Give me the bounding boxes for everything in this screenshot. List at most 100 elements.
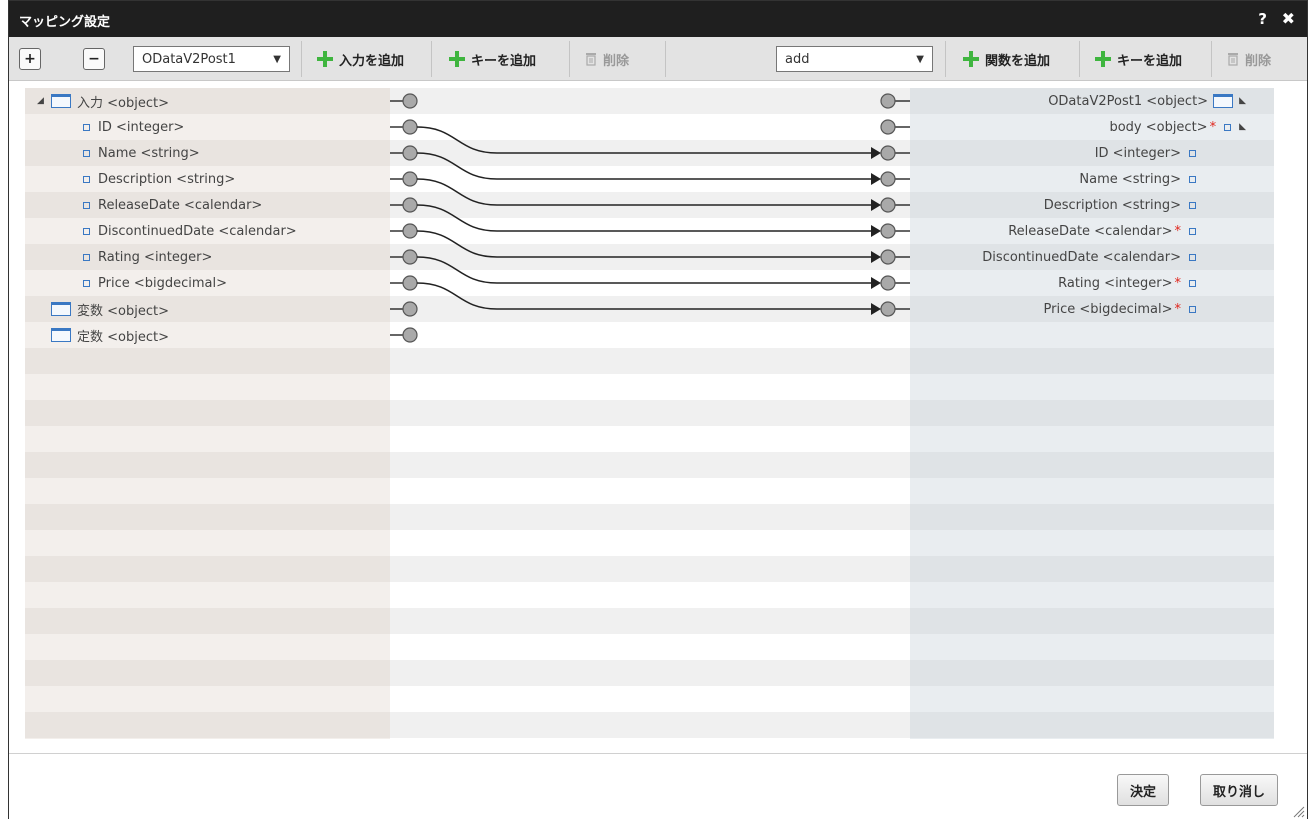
toolbar-divider — [569, 41, 570, 77]
toolbar-divider — [1211, 41, 1212, 77]
add-icon — [449, 51, 465, 67]
cancel-label: 取り消し — [1213, 784, 1266, 800]
source-tree-label: 定数 <object> — [77, 329, 169, 345]
source-tree-row[interactable]: Description <string> — [25, 166, 390, 192]
source-port[interactable] — [402, 197, 418, 213]
source-tree-row[interactable]: Rating <integer> — [25, 244, 390, 270]
field-icon — [1189, 253, 1196, 261]
add-key-left-button[interactable]: キーを追加 — [441, 46, 544, 72]
field-icon — [83, 201, 90, 209]
source-tree-row[interactable]: 変数 <object> — [25, 296, 390, 322]
target-tree-row[interactable]: ReleaseDate <calendar> * — [910, 218, 1274, 244]
target-tree-label: ODataV2Post1 <object> — [1048, 93, 1209, 109]
field-icon — [83, 253, 90, 261]
source-tree-label: DiscontinuedDate <calendar> — [98, 223, 297, 239]
source-tree-label: 入力 <object> — [77, 95, 169, 111]
mapping-line[interactable] — [416, 204, 871, 232]
connector-layer[interactable] — [390, 88, 910, 739]
mapping-line[interactable] — [416, 230, 871, 258]
expand-triangle-icon[interactable]: ◣ — [1239, 122, 1246, 132]
target-port[interactable] — [880, 223, 896, 239]
target-port[interactable] — [880, 119, 896, 135]
add-input-label: 入力を追加 — [339, 53, 405, 69]
source-port[interactable] — [402, 275, 418, 291]
source-tree-row[interactable]: ◢ 入力 <object> — [25, 88, 390, 114]
source-tree-row[interactable]: ID <integer> — [25, 114, 390, 140]
target-tree-label: ID <integer> — [1094, 145, 1181, 161]
cancel-button[interactable]: 取り消し — [1200, 774, 1279, 806]
source-tree-label: 変数 <object> — [77, 303, 169, 319]
source-port[interactable] — [402, 223, 418, 239]
delete-left-button[interactable]: 削除 — [577, 46, 637, 72]
add-input-button[interactable]: 入力を追加 — [309, 46, 412, 72]
target-tree-row[interactable]: ID <integer> — [910, 140, 1274, 166]
expand-triangle-icon[interactable]: ◣ — [1239, 96, 1246, 106]
close-icon[interactable]: ✖ — [1282, 9, 1295, 28]
mapping-line[interactable] — [416, 126, 871, 154]
mapping-arrowhead — [871, 199, 881, 211]
target-tree-label: DiscontinuedDate <calendar> — [982, 249, 1181, 265]
title-bar[interactable]: マッピング設定 ? ✖ — [9, 1, 1307, 37]
mapping-line[interactable] — [416, 256, 871, 284]
plus-icon: + — [24, 51, 36, 67]
delete-right-button[interactable]: 削除 — [1219, 46, 1279, 72]
source-tree-row[interactable]: DiscontinuedDate <calendar> — [25, 218, 390, 244]
source-port[interactable] — [402, 327, 418, 343]
target-port[interactable] — [880, 249, 896, 265]
target-port[interactable] — [880, 275, 896, 291]
add-key-right-label: キーを追加 — [1117, 53, 1183, 69]
source-port[interactable] — [402, 93, 418, 109]
field-icon — [1189, 201, 1196, 209]
expand-triangle-icon[interactable]: ◢ — [37, 96, 47, 106]
add-key-left-label: キーを追加 — [471, 53, 537, 69]
target-tree-row[interactable]: body <object> * ◣ — [910, 114, 1274, 140]
source-port[interactable] — [402, 171, 418, 187]
add-function-button[interactable]: 関数を追加 — [955, 46, 1058, 72]
field-icon — [83, 227, 90, 235]
target-port[interactable] — [880, 171, 896, 187]
source-port[interactable] — [402, 145, 418, 161]
mapping-arrowhead — [871, 277, 881, 289]
add-key-right-button[interactable]: キーを追加 — [1087, 46, 1190, 72]
source-tree-row[interactable]: Name <string> — [25, 140, 390, 166]
target-tree-label: Rating <integer> — [1058, 275, 1173, 291]
source-tree-row[interactable]: Price <bigdecimal> — [25, 270, 390, 296]
collapse-all-button[interactable]: − — [83, 48, 105, 70]
source-select[interactable]: ODataV2Post1 ▼ — [133, 46, 290, 72]
source-port[interactable] — [402, 249, 418, 265]
object-icon — [1213, 94, 1234, 108]
resize-grip-icon[interactable] — [1293, 806, 1305, 818]
add-icon — [963, 51, 979, 67]
target-tree-row[interactable]: Rating <integer> * — [910, 270, 1274, 296]
function-select[interactable]: add ▼ — [776, 46, 933, 72]
source-tree-row[interactable]: 定数 <object> — [25, 322, 390, 348]
target-tree-row[interactable]: DiscontinuedDate <calendar> — [910, 244, 1274, 270]
target-port[interactable] — [880, 145, 896, 161]
required-marker: * — [1209, 119, 1217, 135]
target-tree-row[interactable]: Description <string> — [910, 192, 1274, 218]
expand-all-button[interactable]: + — [19, 48, 41, 70]
target-tree-row[interactable]: Name <string> — [910, 166, 1274, 192]
target-tree-row[interactable]: Price <bigdecimal> * — [910, 296, 1274, 322]
object-icon — [51, 302, 71, 316]
target-port[interactable] — [880, 197, 896, 213]
source-tree-row[interactable]: ReleaseDate <calendar> — [25, 192, 390, 218]
field-icon — [1189, 227, 1196, 235]
target-tree-row[interactable]: ODataV2Post1 <object> ◣ — [910, 88, 1274, 114]
source-port[interactable] — [402, 301, 418, 317]
source-port[interactable] — [402, 119, 418, 135]
source-tree-label: ReleaseDate <calendar> — [98, 197, 263, 213]
target-port[interactable] — [880, 301, 896, 317]
target-tree-label: ReleaseDate <calendar> — [1008, 223, 1173, 239]
target-port[interactable] — [880, 93, 896, 109]
mapping-line[interactable] — [416, 152, 871, 180]
field-icon — [83, 175, 90, 183]
ok-button[interactable]: 決定 — [1117, 774, 1170, 806]
help-icon[interactable]: ? — [1258, 10, 1267, 28]
object-icon — [51, 328, 71, 342]
mapping-line[interactable] — [416, 282, 871, 310]
toolbar-divider — [431, 41, 432, 77]
dropdown-arrow-icon: ▼ — [273, 53, 281, 65]
mapping-line[interactable] — [416, 178, 871, 206]
field-icon — [83, 123, 90, 131]
